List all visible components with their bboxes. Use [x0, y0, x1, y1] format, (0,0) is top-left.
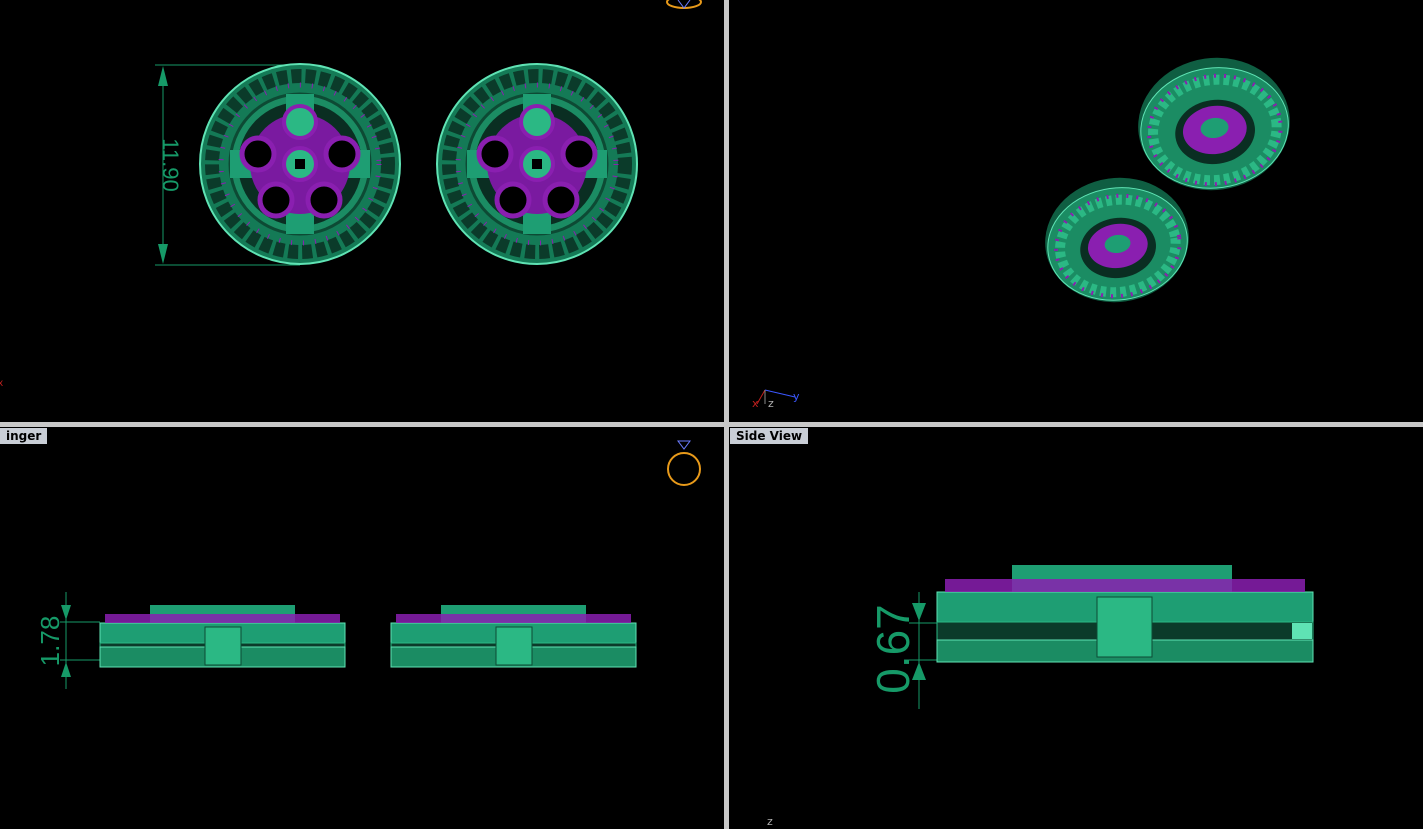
ring-navigator-icon[interactable]: [667, 440, 701, 486]
axis-gizmo-icon: x z y: [752, 389, 800, 410]
earring-top-left[interactable]: [199, 63, 401, 265]
earring-perspective-back[interactable]: [1130, 48, 1299, 200]
front-viewport[interactable]: 1.78 inger: [0, 427, 724, 829]
earring-front-right[interactable]: [390, 605, 637, 668]
side-viewport-title[interactable]: Side View: [730, 428, 809, 444]
front-view-canvas[interactable]: 1.78: [0, 427, 724, 829]
dimension-label-side: 0.67: [867, 604, 919, 694]
side-view-canvas[interactable]: 0.67 z: [729, 427, 1423, 829]
perspective-canvas[interactable]: x z y: [729, 0, 1423, 422]
dimension-label-front: 1.78: [35, 616, 65, 667]
axis-label-y: y: [793, 390, 800, 403]
side-viewport[interactable]: 0.67 z Side View: [729, 427, 1423, 829]
ring-navigator-icon[interactable]: [666, 0, 702, 9]
dimension-0-67: 0.67: [867, 592, 939, 709]
axis-label-z-side: z: [767, 815, 773, 828]
x-axis-marker: x: [0, 378, 3, 389]
perspective-viewport[interactable]: x z y: [729, 0, 1423, 422]
dimension-1-78: 1.78: [35, 592, 100, 689]
earring-top-right[interactable]: [436, 63, 638, 265]
axis-label-x: x: [752, 397, 759, 410]
earring-front-left[interactable]: [99, 605, 346, 668]
axis-label-z: z: [768, 397, 774, 410]
dimension-label-top: 11.90: [158, 138, 183, 191]
earring-perspective-front[interactable]: [1037, 169, 1197, 312]
top-view-canvas[interactable]: x 11.90: [0, 0, 724, 422]
front-viewport-title[interactable]: inger: [0, 428, 48, 444]
earring-side[interactable]: [936, 565, 1314, 663]
top-viewport[interactable]: x 11.90: [0, 0, 724, 422]
